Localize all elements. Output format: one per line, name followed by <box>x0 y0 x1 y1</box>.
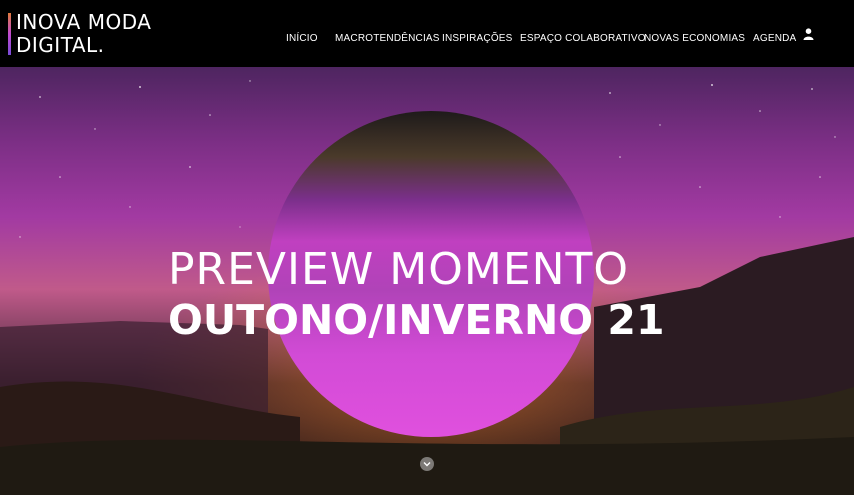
hero-title-line-1: PREVIEW MOMENTO <box>168 244 630 295</box>
user-icon[interactable] <box>803 28 814 40</box>
nav-item-macrotendencias[interactable]: MACROTENDÊNCIAS <box>335 33 440 44</box>
chevron-down-icon <box>423 462 431 467</box>
hero-title-line-2: OUTONO/INVERNO 21 <box>168 296 665 344</box>
scroll-down-button[interactable] <box>420 457 434 471</box>
nav-item-inspiracoes[interactable]: INSPIRAÇÕES <box>442 33 513 44</box>
nav-item-agenda[interactable]: AGENDA <box>753 33 796 44</box>
logo-line-1: INOVA MODA <box>16 10 152 34</box>
hero-banner: PREVIEW MOMENTO OUTONO/INVERNO 21 <box>0 67 854 495</box>
nav-item-inicio[interactable]: INÍCIO <box>286 33 318 44</box>
nav-item-espaco-colaborativo[interactable]: ESPAÇO COLABORATIVO <box>520 33 646 44</box>
logo-accent-bar <box>8 13 11 55</box>
logo-line-2: DIGITAL. <box>16 33 105 57</box>
site-header: INOVA MODA DIGITAL. INÍCIO MACROTENDÊNCI… <box>0 0 854 67</box>
nav-item-novas-economias[interactable]: NOVAS ECONOMIAS <box>644 33 745 44</box>
site-logo[interactable]: INOVA MODA DIGITAL. <box>7 10 151 58</box>
